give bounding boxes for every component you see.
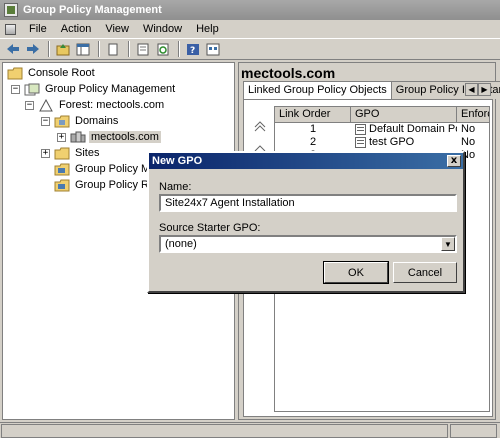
name-label: Name:: [159, 181, 192, 193]
tree-domain-mectools[interactable]: + mectools.com: [57, 129, 161, 145]
dialog-titlebar: New GPO x: [149, 153, 463, 169]
menu-file[interactable]: File: [22, 21, 54, 37]
up-folder-icon[interactable]: [54, 40, 72, 58]
ok-button[interactable]: OK: [323, 261, 389, 284]
status-bar: [0, 422, 500, 438]
domains-folder-icon: [54, 114, 70, 128]
window-title: Group Policy Management: [23, 4, 162, 16]
copy-icon[interactable]: [104, 40, 122, 58]
chevron-down-icon[interactable]: ▼: [441, 237, 455, 251]
tab-linked-gpos[interactable]: Linked Group Policy Objects: [243, 81, 392, 99]
tree-group-policy-management[interactable]: − Group Policy Management: [11, 81, 177, 97]
close-icon[interactable]: x: [447, 155, 461, 167]
menu-bar: File Action View Window Help: [0, 20, 500, 38]
system-menu-icon[interactable]: [2, 22, 18, 36]
show-hide-tree-icon[interactable]: [74, 40, 92, 58]
gpo-icon: [355, 124, 366, 135]
tab-right-arrow-icon[interactable]: ▶: [478, 83, 491, 96]
collapse-icon[interactable]: −: [41, 116, 50, 126]
cancel-button[interactable]: Cancel: [393, 262, 457, 283]
tab-scroll: ◀ ▶: [465, 83, 491, 96]
row-order: 1: [309, 123, 317, 135]
collapse-icon[interactable]: −: [11, 84, 20, 94]
help-icon[interactable]: ?: [184, 40, 202, 58]
folder-icon: [7, 66, 23, 80]
row-gpo: Default Domain Policy: [351, 123, 457, 136]
col-enforced[interactable]: Enforced: [457, 107, 489, 122]
tab-left-arrow-icon[interactable]: ◀: [465, 83, 478, 96]
menu-action[interactable]: Action: [54, 21, 99, 37]
domain-icon: [70, 130, 86, 144]
row-enforced: No: [461, 123, 476, 135]
table-row[interactable]: 1 Default Domain Policy No: [275, 123, 489, 136]
properties-icon[interactable]: [134, 40, 152, 58]
tab-strip: Linked Group Policy Objects Group Policy…: [243, 81, 500, 99]
pane-title: mectools.com: [241, 65, 336, 81]
tree-forest[interactable]: − Forest: mectools.com: [25, 97, 166, 113]
forest-icon: [38, 98, 54, 112]
console-tree-icon[interactable]: [204, 40, 222, 58]
row-gpo: test GPO: [351, 136, 457, 149]
expand-icon[interactable]: +: [57, 132, 66, 142]
row-order: 2: [309, 136, 317, 148]
tree-sites[interactable]: + Sites: [41, 145, 101, 161]
expand-icon[interactable]: +: [41, 148, 50, 158]
collapse-icon[interactable]: −: [25, 100, 34, 110]
status-cell-side: [450, 424, 497, 438]
forward-arrow-icon[interactable]: [24, 40, 42, 58]
col-link-order[interactable]: Link Order: [275, 107, 351, 122]
gpo-name-input[interactable]: Site24x7 Agent Installation: [159, 194, 457, 212]
menu-view[interactable]: View: [98, 21, 136, 37]
starter-gpo-select[interactable]: (none) ▼: [159, 235, 457, 253]
modeling-icon: [54, 162, 70, 176]
gpm-app-icon: [4, 3, 18, 17]
tree-console-root[interactable]: Console Root: [7, 65, 97, 81]
results-icon: [54, 178, 70, 192]
svg-text:?: ?: [190, 46, 195, 56]
starter-gpo-label: Source Starter GPO:: [159, 222, 261, 234]
col-gpo[interactable]: GPO: [351, 107, 457, 122]
dialog-title: New GPO: [152, 155, 203, 167]
move-top-icon[interactable]: [252, 120, 268, 134]
row-enforced: No: [461, 136, 476, 148]
sites-folder-icon: [54, 146, 70, 160]
tree-domains[interactable]: − Domains: [41, 113, 120, 129]
table-header: Link Order GPO Enforced: [275, 107, 489, 123]
refresh-icon[interactable]: [154, 40, 172, 58]
starter-gpo-value: (none): [165, 238, 197, 250]
toolbar: ?: [0, 38, 500, 60]
window-titlebar: Group Policy Management: [0, 0, 500, 20]
status-cell-main: [1, 424, 448, 438]
back-arrow-icon[interactable]: [4, 40, 22, 58]
new-gpo-dialog: New GPO x Name: Site24x7 Agent Installat…: [147, 151, 465, 293]
gpm-icon: [24, 82, 40, 96]
menu-window[interactable]: Window: [136, 21, 189, 37]
table-row[interactable]: 2 test GPO No: [275, 136, 489, 149]
menu-help[interactable]: Help: [189, 21, 226, 37]
gpo-icon: [355, 137, 366, 148]
